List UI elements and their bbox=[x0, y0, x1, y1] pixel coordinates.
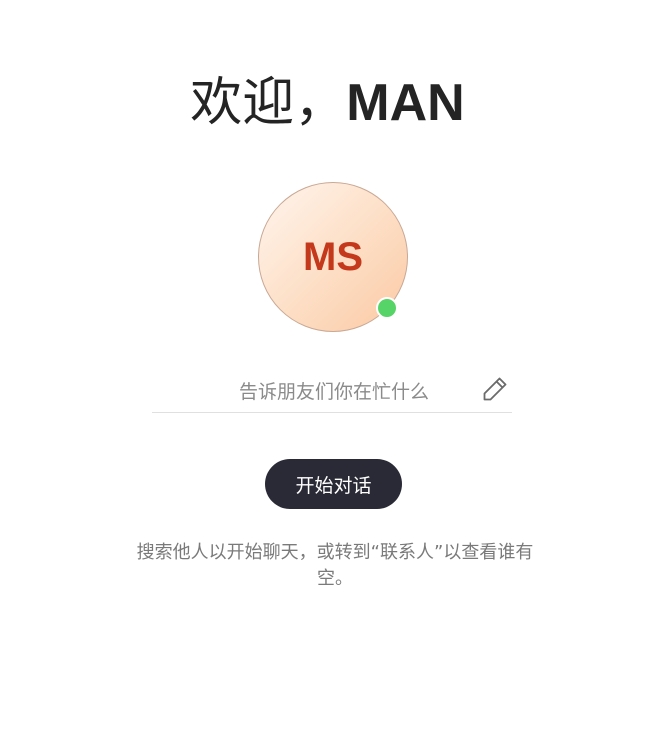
status-message-input[interactable] bbox=[192, 376, 476, 408]
pencil-icon[interactable] bbox=[480, 374, 510, 404]
presence-online-indicator bbox=[376, 297, 398, 319]
welcome-page: 欢迎，MAN MS 开始对话 搜索他人以开始聊天，或转到“联系人”以查看谁有空。 bbox=[0, 0, 655, 741]
status-message-row bbox=[152, 368, 512, 413]
avatar-initials: MS bbox=[303, 234, 363, 279]
start-conversation-button[interactable]: 开始对话 bbox=[265, 459, 402, 509]
welcome-heading: 欢迎，MAN bbox=[0, 70, 655, 136]
user-name: MAN bbox=[346, 74, 465, 132]
welcome-greeting: 欢迎， bbox=[190, 73, 347, 133]
hint-text: 搜索他人以开始聊天，或转到“联系人”以查看谁有空。 bbox=[136, 542, 534, 589]
